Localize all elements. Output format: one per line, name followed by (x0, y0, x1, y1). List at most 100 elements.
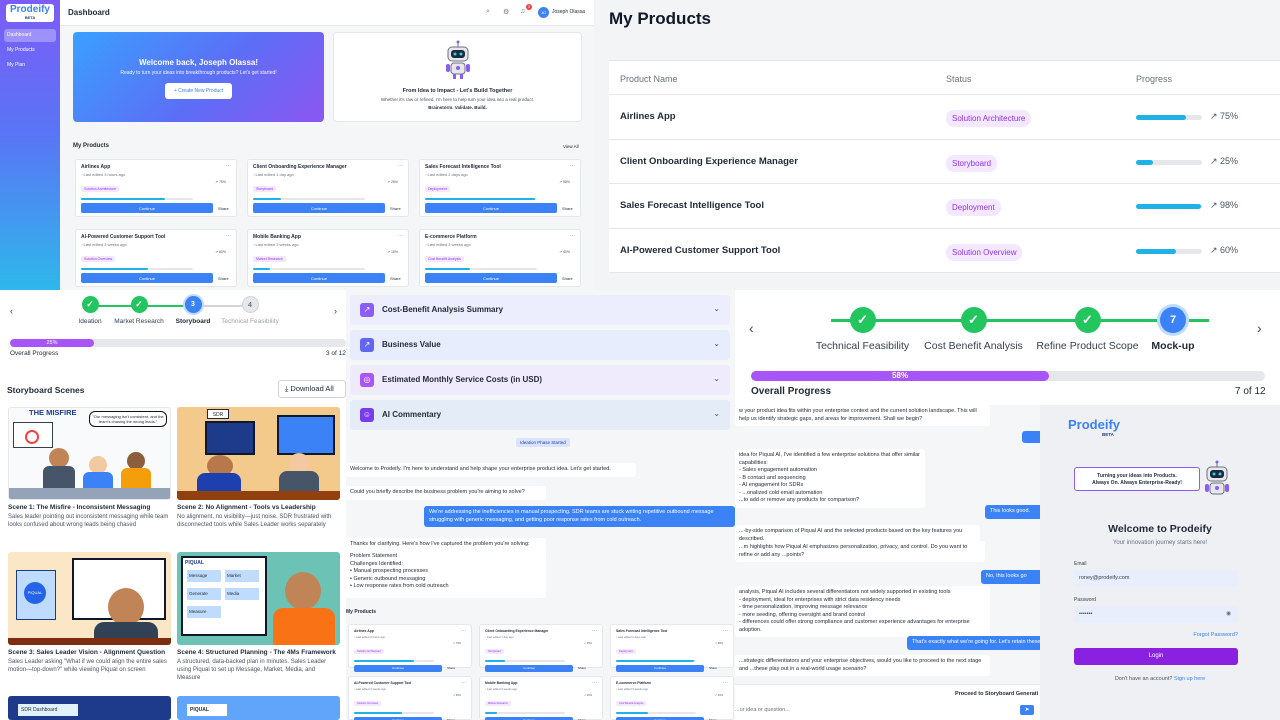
intro-tagline: Brainstorm. Validate. Build. (428, 105, 487, 110)
scene-card[interactable]: PIQUAL Message Market Generate Media Mea… (177, 552, 340, 682)
continue-button[interactable]: Continue (81, 273, 213, 283)
share-button[interactable]: Share (709, 666, 717, 670)
scene-card[interactable]: SDR Scene 2: No Alignment - Tools vs Lea… (177, 407, 340, 529)
progress-bar (253, 198, 365, 200)
view-all-link[interactable]: View All (563, 144, 579, 149)
product-card[interactable]: AI-Powered Customer Support Tool ··· ▫ Las… (75, 229, 237, 287)
share-button[interactable]: Share (218, 206, 229, 211)
product-card[interactable]: Mobile Banking App ··· ▫ Last edited 3 wee… (479, 676, 603, 720)
more-icon[interactable]: ··· (723, 680, 728, 686)
table-row[interactable]: Client Onboarding Experience Manager Stor… (609, 140, 1280, 184)
download-all-button[interactable]: ⤓ Download All (278, 380, 346, 398)
share-button[interactable]: Share (578, 666, 586, 670)
product-card[interactable]: Sales Forecast Intelligence Tool ··· ▫ Las… (419, 159, 581, 217)
product-card[interactable]: Airlines App ··· ▫ Last edited 3 hours ago… (75, 159, 237, 217)
share-button[interactable]: Share (562, 206, 573, 211)
sidebar-item-dashboard[interactable]: Dashboard (4, 29, 56, 42)
bell-icon[interactable]: ♫ (520, 8, 525, 15)
product-card[interactable]: E-commerce Platform ··· ▫ Last edited 3 we… (419, 229, 581, 287)
more-icon[interactable]: ··· (226, 233, 231, 239)
continue-button[interactable]: Continue (81, 203, 213, 213)
create-product-button[interactable]: + Create New Product (164, 83, 233, 99)
signup-link[interactable]: Sign up here (1174, 676, 1205, 682)
step-cost-benefit-analysis[interactable]: ✓ Cost Benefit Analysis (916, 307, 1031, 352)
share-button[interactable]: Share (447, 666, 455, 670)
continue-button[interactable]: Continue (425, 203, 557, 213)
share-button[interactable]: Share (218, 276, 229, 281)
settings-icon[interactable]: ⚙ (503, 8, 509, 16)
scene-card[interactable]: SDR Dashboard (8, 696, 171, 720)
robot-icon (1205, 460, 1229, 495)
progress-fill (616, 712, 648, 714)
continue-button[interactable]: Continue (253, 203, 385, 213)
product-card[interactable]: Mobile Banking App ··· ▫ Last edited 3 wee… (247, 229, 409, 287)
product-card[interactable]: AI-Powered Customer Support Tool ··· ▫ Las… (348, 676, 472, 720)
product-card[interactable]: E-commerce Platform ··· ▫ Last edited 3 we… (610, 676, 734, 720)
chevron-left-icon[interactable]: ‹ (10, 306, 13, 316)
forgot-password-link[interactable]: Forgot Password? (1190, 632, 1238, 638)
signup-prompt: Don't have an account? Sign up here (1114, 676, 1206, 682)
chevron-right-icon[interactable]: › (1257, 320, 1262, 336)
continue-button[interactable]: Continue (354, 664, 442, 672)
dashboard-panel: Prodeify BETA Dashboard My Products My Pl… (0, 0, 594, 290)
continue-button[interactable]: Continue (253, 273, 385, 283)
more-icon[interactable]: ··· (570, 163, 575, 169)
product-card[interactable]: Airlines App ··· ▫ Last edited 3 hours ago… (348, 624, 472, 672)
share-button[interactable]: Share (562, 276, 573, 281)
sidebar-item-my-products[interactable]: My Products (4, 44, 56, 57)
product-card[interactable]: Sales Forecast Intelligence Tool ··· ▫ Las… (610, 624, 734, 672)
chevron-right-icon[interactable]: › (334, 306, 337, 316)
password-field[interactable]: ••••••• (1074, 606, 1238, 623)
step-ideation[interactable]: ✓ Ideation (65, 296, 115, 325)
more-icon[interactable]: ··· (592, 628, 597, 634)
more-icon[interactable]: ··· (398, 233, 403, 239)
scene-card[interactable]: PIQUAL (177, 696, 340, 720)
table-row[interactable]: Sales Forecast Intelligence Tool Deployme… (609, 184, 1280, 229)
share-button[interactable]: Share (390, 276, 401, 281)
eye-icon[interactable]: ◉ (1226, 610, 1231, 617)
scene-card[interactable]: PIQUAL Scene 3: Sales Leader Vision - Al… (8, 552, 171, 674)
more-icon[interactable]: ··· (398, 163, 403, 169)
sidebar-item-my-plan[interactable]: My Plan (4, 59, 56, 72)
table-row[interactable]: AI-Powered Customer Support Tool Solution… (609, 229, 1280, 273)
chevron-down-icon[interactable]: ⌄ (581, 9, 585, 15)
step-storyboard[interactable]: 3 Storyboard (168, 296, 218, 325)
continue-button[interactable]: Continue (616, 664, 704, 672)
more-icon[interactable]: ··· (570, 233, 575, 239)
accordion-service-costs[interactable]: ◎ Estimated Monthly Service Costs (in US… (350, 365, 730, 395)
accordion-business-value[interactable]: ↗ Business Value ⌄ (350, 330, 730, 360)
send-icon[interactable]: ➤ (1020, 705, 1034, 715)
continue-button[interactable]: Continue (485, 664, 573, 672)
step-technical-feasibility[interactable]: ✓ Technical Feasibility (805, 307, 920, 352)
more-icon[interactable]: ··· (723, 628, 728, 634)
chat-input[interactable]: ...ur idea or question... (735, 703, 1015, 717)
share-button[interactable]: Share (390, 206, 401, 211)
product-card[interactable]: Client Onboarding Experience Manager ··· ▫… (247, 159, 409, 217)
scene-card[interactable]: THE MISFIRE "Our messaging isn't consist… (8, 407, 171, 529)
continue-button[interactable]: Continue (425, 273, 557, 283)
sidebar-logo[interactable]: Prodeify BETA (6, 4, 54, 22)
section-title: Storyboard Scenes (7, 385, 85, 395)
accordion-ai-commentary[interactable]: ☺ AI Commentary ⌄ (350, 400, 730, 430)
login-button[interactable]: Login (1074, 648, 1238, 665)
more-icon[interactable]: ··· (592, 680, 597, 686)
product-card[interactable]: Client Onboarding Experience Manager ··· ▫… (479, 624, 603, 672)
table-row[interactable]: Airlines App Solution Architecture ↗ 75% (609, 95, 1280, 140)
more-icon[interactable]: ··· (226, 163, 231, 169)
proceed-button[interactable]: Proceed to Storyboard Generati (955, 691, 1038, 697)
user-message: This looks good. (985, 505, 1040, 519)
email-field[interactable]: roney@prodeify.com (1074, 570, 1238, 587)
continue-button[interactable]: Continue (485, 716, 573, 720)
continue-button[interactable]: Continue (616, 716, 704, 720)
avatar[interactable]: JO (538, 7, 549, 18)
scene-description: Sales Leader asking "What if we could al… (8, 659, 167, 673)
chevron-left-icon[interactable]: ‹ (749, 320, 754, 336)
more-icon[interactable]: ··· (461, 680, 466, 686)
search-icon[interactable]: ⌕ (486, 8, 490, 16)
step-mock-up[interactable]: 7 Mock-up (1128, 307, 1218, 352)
more-icon[interactable]: ··· (461, 628, 466, 634)
step-market-research[interactable]: ✓ Market Research (109, 296, 169, 325)
continue-button[interactable]: Continue (354, 716, 442, 720)
step-technical-feasibility[interactable]: 4 Technical Feasibility (218, 296, 282, 325)
accordion-cost-benefit[interactable]: ↗ Cost-Benefit Analysis Summary ⌄ (350, 295, 730, 325)
